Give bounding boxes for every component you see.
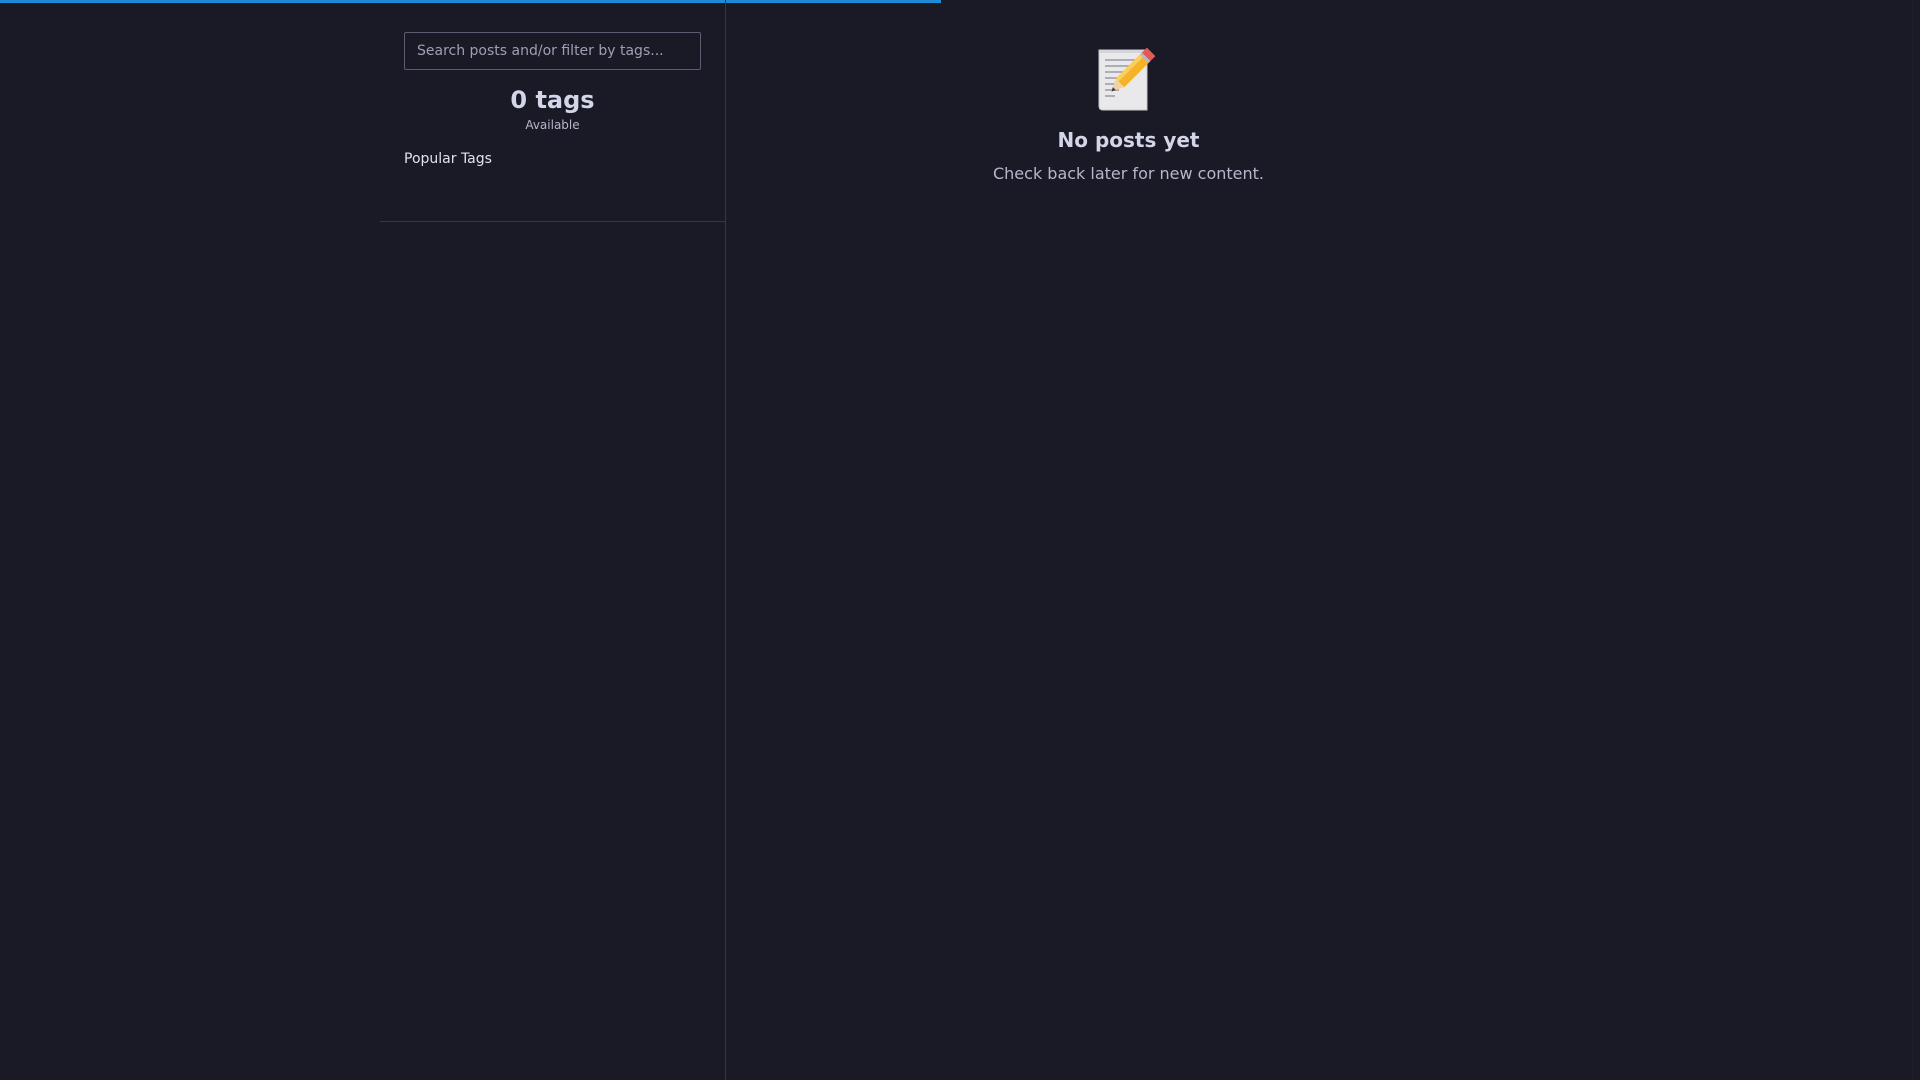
search-input[interactable]: [404, 32, 701, 70]
tag-count: 0 tags: [510, 86, 595, 114]
sidebar: 0 tags Available Popular Tags: [380, 0, 726, 1080]
memo-icon: [1098, 47, 1155, 111]
popular-tags-title: Popular Tags: [404, 151, 492, 167]
tag-filter-panel: 0 tags Available Popular Tags: [380, 0, 725, 222]
app-root: 0 tags Available Popular Tags: [0, 0, 1920, 1080]
empty-state-message: Check back later for new content.: [992, 164, 1265, 183]
posts-area: No posts yet Check back later for new co…: [727, 0, 1912, 1080]
empty-state: No posts yet Check back later for new co…: [727, 44, 1530, 183]
page-scrollbar[interactable]: [1912, 0, 1920, 1080]
tag-count-label: Available: [525, 118, 580, 132]
empty-state-title: No posts yet: [1057, 128, 1200, 152]
